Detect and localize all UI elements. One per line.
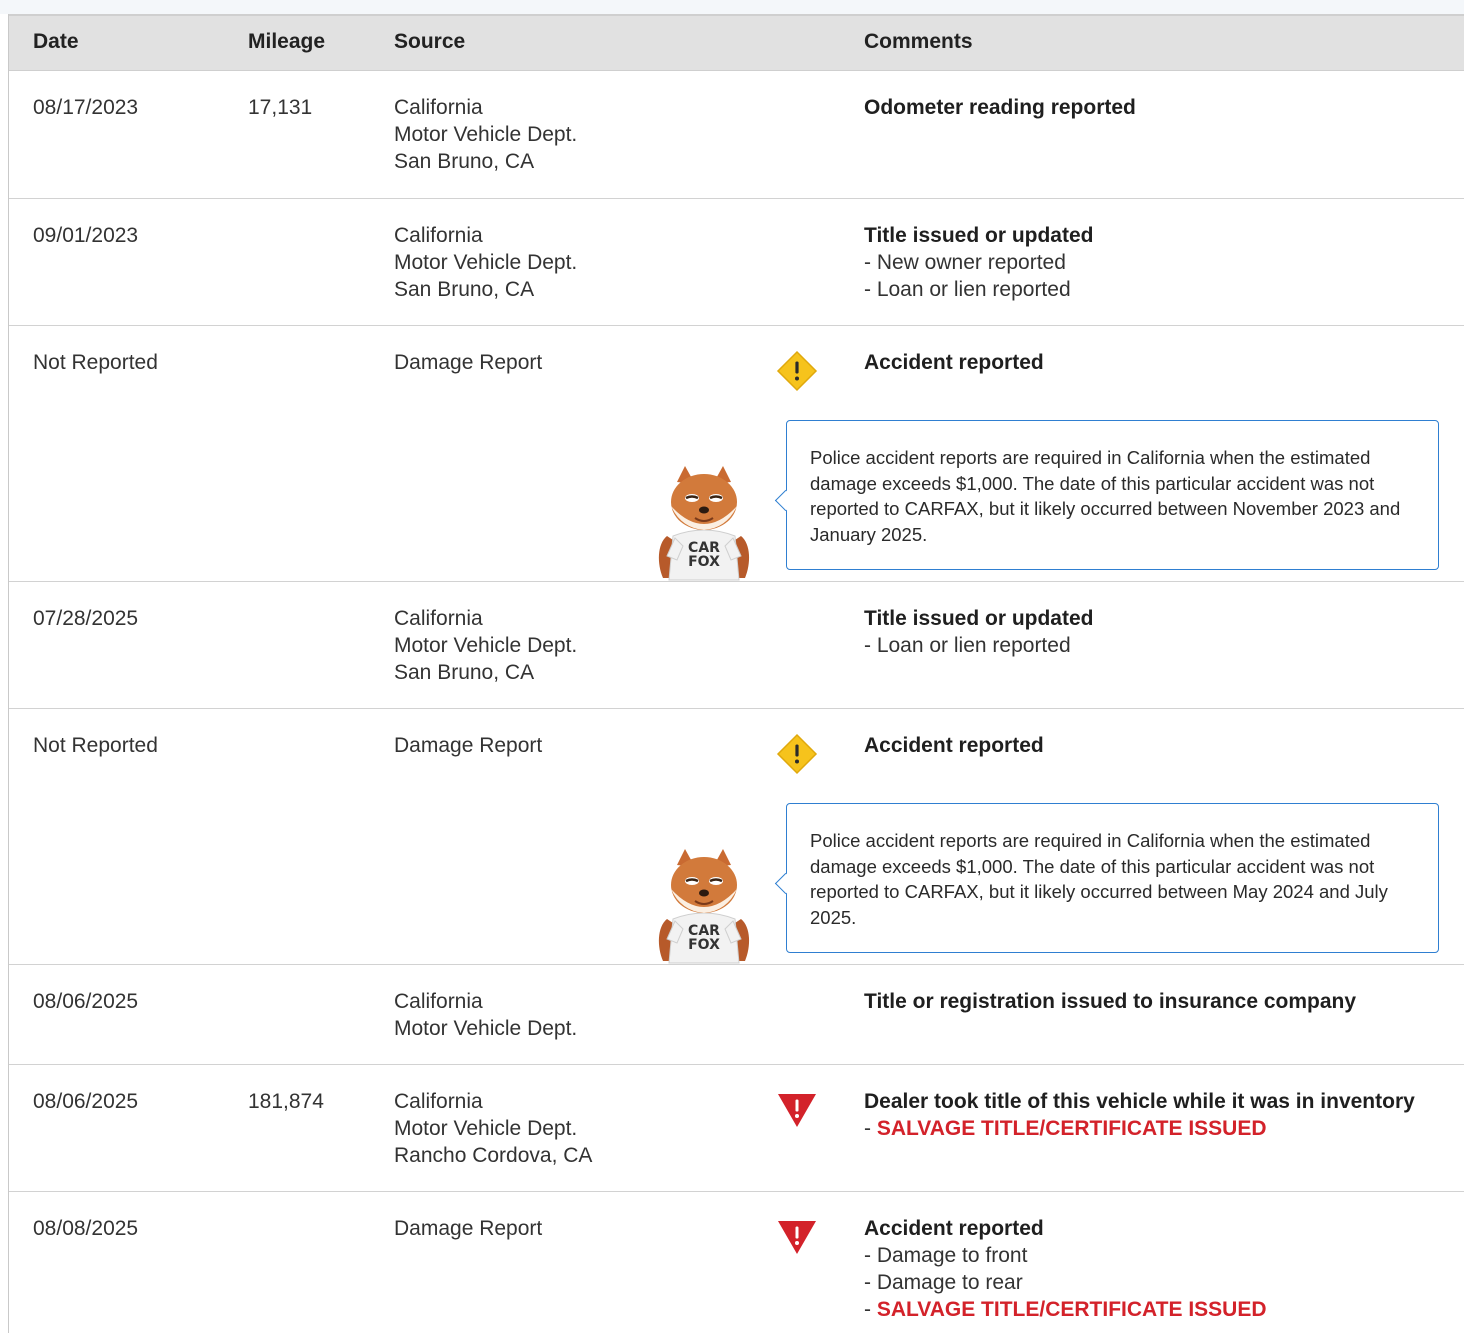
mascot-shirt-text: FOX — [688, 937, 720, 953]
event-detail: New owner reported — [864, 249, 1093, 276]
warning-diamond-icon — [776, 733, 818, 775]
carfox-mascot: CAR FOX — [649, 464, 759, 589]
source-line: Motor Vehicle Dept. — [394, 634, 578, 657]
event-title: Dealer took title of this vehicle while … — [864, 1090, 1415, 1113]
row-mileage: 17,131 — [248, 96, 313, 119]
warning-diamond-icon — [776, 350, 818, 392]
row-source: Damage Report — [394, 1215, 542, 1242]
source-line: California — [394, 990, 483, 1013]
row-date: 08/08/2025 — [33, 1217, 139, 1240]
event-detail: Loan or lien reported — [864, 276, 1093, 303]
row-comments: Odometer reading reported — [864, 94, 1136, 121]
event-title: Odometer reading reported — [864, 96, 1136, 119]
source-line: California — [394, 224, 483, 247]
event-detail: Damage to rear — [864, 1269, 1267, 1296]
header-date: Date — [33, 30, 79, 53]
event-title: Accident reported — [864, 351, 1044, 374]
table-row: Not Reported Damage Report Accident repo… — [9, 709, 1464, 965]
table-row: 08/17/2023 17,131 California Motor Vehic… — [9, 71, 1464, 199]
row-mileage: 181,874 — [248, 1090, 324, 1113]
carfox-mascot: CAR FOX — [649, 847, 759, 972]
source-line: Damage Report — [394, 351, 543, 374]
row-source: Damage Report — [394, 349, 542, 376]
mascot-shirt-text: FOX — [688, 554, 720, 570]
table-row: 09/01/2023 California Motor Vehicle Dept… — [9, 199, 1464, 326]
salvage-alert: SALVAGE TITLE/CERTIFICATE ISSUED — [864, 1296, 1267, 1323]
row-date: 07/28/2025 — [33, 607, 139, 630]
event-title: Accident reported — [864, 1217, 1044, 1240]
row-source: Damage Report — [394, 732, 542, 759]
row-date: 08/06/2025 — [33, 1090, 139, 1113]
salvage-alert-text: SALVAGE TITLE/CERTIFICATE ISSUED — [876, 1117, 1267, 1140]
row-source: California Motor Vehicle Dept. Rancho Co… — [394, 1088, 592, 1169]
row-comments: Title or registration issued to insuranc… — [864, 988, 1356, 1015]
vehicle-history-table: Date Mileage Source Comments 08/17/2023 … — [8, 14, 1464, 1333]
event-title: Accident reported — [864, 734, 1044, 757]
row-source: California Motor Vehicle Dept. San Bruno… — [394, 94, 577, 175]
event-title: Title issued or updated — [864, 607, 1094, 630]
accident-info-callout: Police accident reports are required in … — [786, 803, 1439, 953]
source-line: San Bruno, CA — [394, 150, 535, 173]
table-row: 08/06/2025 California Motor Vehicle Dept… — [9, 965, 1464, 1065]
row-date: 09/01/2023 — [33, 224, 139, 247]
event-detail: Damage to front — [864, 1242, 1267, 1269]
source-line: Motor Vehicle Dept. — [394, 251, 578, 274]
source-line: San Bruno, CA — [394, 661, 535, 684]
table-row: 07/28/2025 California Motor Vehicle Dept… — [9, 582, 1464, 709]
header-mileage: Mileage — [248, 30, 326, 53]
alert-triangle-icon — [776, 1218, 818, 1256]
source-line: San Bruno, CA — [394, 278, 535, 301]
event-detail: Loan or lien reported — [864, 632, 1093, 659]
row-source: California Motor Vehicle Dept. — [394, 988, 577, 1042]
row-date: Not Reported — [33, 351, 158, 374]
source-line: Damage Report — [394, 734, 543, 757]
source-line: Motor Vehicle Dept. — [394, 123, 578, 146]
header-source: Source — [394, 30, 466, 53]
header-comments: Comments — [864, 30, 973, 53]
row-date: Not Reported — [33, 734, 158, 757]
row-date: 08/17/2023 — [33, 96, 139, 119]
row-comments: Title issued or updated New owner report… — [864, 222, 1093, 303]
salvage-alert-text: SALVAGE TITLE/CERTIFICATE ISSUED — [876, 1298, 1267, 1321]
alert-triangle-icon — [776, 1091, 818, 1129]
row-comments: Accident reported — [864, 732, 1044, 759]
table-header: Date Mileage Source Comments — [9, 14, 1464, 71]
table-row: Not Reported Damage Report Accident repo… — [9, 326, 1464, 582]
row-comments: Title issued or updated Loan or lien rep… — [864, 605, 1093, 659]
table-row: 08/06/2025 181,874 California Motor Vehi… — [9, 1065, 1464, 1192]
table-row: 08/08/2025 Damage Report Accident report… — [9, 1192, 1464, 1333]
row-source: California Motor Vehicle Dept. San Bruno… — [394, 222, 577, 303]
source-line: Motor Vehicle Dept. — [394, 1117, 578, 1140]
salvage-alert: SALVAGE TITLE/CERTIFICATE ISSUED — [864, 1115, 1415, 1142]
source-line: California — [394, 1090, 483, 1113]
source-line: California — [394, 96, 483, 119]
row-comments: Accident reported — [864, 349, 1044, 376]
row-date: 08/06/2025 — [33, 990, 139, 1013]
row-source: California Motor Vehicle Dept. San Bruno… — [394, 605, 577, 686]
source-line: Motor Vehicle Dept. — [394, 1017, 578, 1040]
top-band — [0, 0, 1464, 14]
row-comments: Dealer took title of this vehicle while … — [864, 1088, 1415, 1142]
source-line: Damage Report — [394, 1217, 543, 1240]
source-line: California — [394, 607, 483, 630]
accident-info-callout: Police accident reports are required in … — [786, 420, 1439, 570]
source-line: Rancho Cordova, CA — [394, 1144, 593, 1167]
event-title: Title issued or updated — [864, 224, 1094, 247]
row-comments: Accident reported Damage to front Damage… — [864, 1215, 1267, 1323]
event-title: Title or registration issued to insuranc… — [864, 990, 1357, 1013]
